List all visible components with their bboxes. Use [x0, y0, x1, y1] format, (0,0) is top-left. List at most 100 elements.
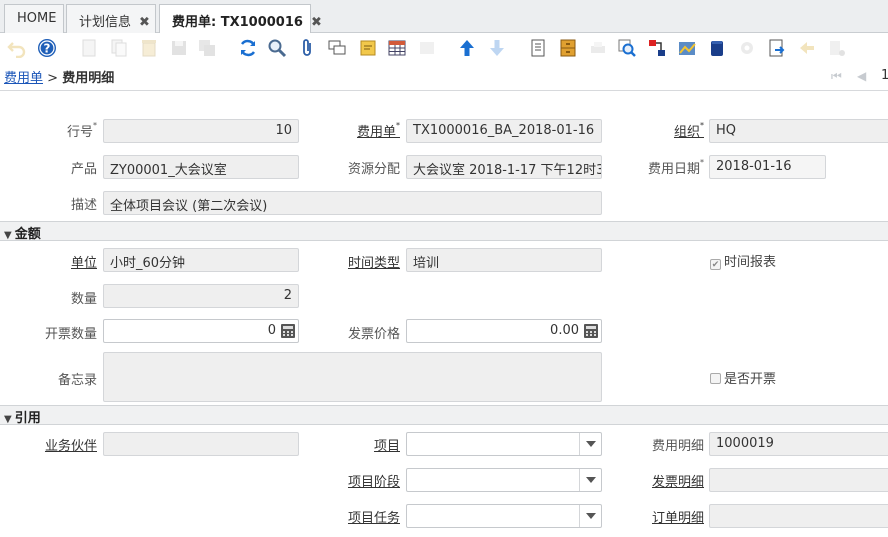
save-icon[interactable] [168, 37, 190, 59]
settings-gear-icon[interactable] [736, 37, 758, 59]
chat-icon[interactable] [326, 37, 348, 59]
description-label: 描述 [70, 198, 97, 213]
qty-invoiced-field[interactable]: 0 [103, 319, 299, 343]
postit-icon[interactable] [357, 37, 379, 59]
report-icon[interactable] [527, 37, 549, 59]
resource-label: 资源分配 [347, 162, 400, 177]
workflow-icon[interactable] [646, 37, 668, 59]
expense-report-label[interactable]: 费用单* [340, 121, 400, 140]
breadcrumb-separator: > [47, 71, 59, 86]
order-line-label[interactable]: 订单明细 [630, 507, 704, 526]
tab-home-label: HOME [17, 11, 57, 26]
refresh-icon[interactable] [237, 37, 259, 59]
tab-expense-report[interactable]: 费用单: TX1000016 ✖ [159, 4, 322, 34]
time-type-label[interactable]: 时间类型 [330, 252, 400, 271]
calculator-icon[interactable] [280, 323, 296, 339]
arrow-down-icon[interactable] [486, 37, 508, 59]
time-type-field[interactable]: 培训 [406, 248, 602, 272]
chevron-down-icon[interactable] [579, 433, 601, 455]
invoiced-checkbox[interactable]: 是否开票 [710, 368, 776, 387]
parent-record-icon[interactable] [416, 37, 438, 59]
breadcrumb: 费用单 > 费用明细 [4, 67, 114, 86]
collapse-triangle-icon: ▼ [4, 230, 12, 241]
section-amount-header[interactable]: ▼ 金额 [0, 221, 888, 242]
import-icon[interactable] [796, 37, 818, 59]
resource-field[interactable]: 大会议室 2018-1-17 下午12时30分 [406, 155, 602, 179]
bpartner-field[interactable] [103, 432, 299, 456]
project-phase-label[interactable]: 项目阶段 [330, 471, 400, 490]
expense-date-label: 费用日期* [647, 158, 704, 177]
timesheet-checkbox[interactable]: ✔ 时间报表 [710, 251, 776, 270]
breadcrumb-current: 费用明细 [62, 71, 115, 86]
expense-date-field[interactable]: 2018-01-16 [709, 155, 826, 179]
zoom-across-icon[interactable] [616, 37, 638, 59]
calculator-icon[interactable] [583, 323, 599, 339]
undo-icon[interactable] [6, 37, 28, 59]
image-chart-icon[interactable] [676, 37, 698, 59]
chevron-down-icon[interactable] [579, 469, 601, 491]
close-icon[interactable]: ✖ [311, 15, 322, 30]
product-field[interactable]: ZY00001_大会议室 [103, 155, 299, 179]
invoiced-label: 是否开票 [724, 372, 777, 387]
qty-invoiced-label: 开票数量 [44, 327, 97, 342]
export-icon[interactable] [766, 37, 788, 59]
timesheet-label: 时间报表 [724, 255, 777, 270]
uom-label[interactable]: 单位 [40, 252, 97, 271]
project-dropdown[interactable] [406, 432, 602, 456]
new-record-icon[interactable] [78, 37, 100, 59]
uom-field[interactable]: 小时_60分钟 [103, 248, 299, 272]
expense-report-field[interactable]: TX1000016_BA_2018-01-16 [406, 119, 602, 143]
invoice-price-label: 发票价格 [347, 327, 400, 342]
find-icon[interactable] [266, 37, 288, 59]
section-reference-header[interactable]: ▼ 引用 [0, 405, 888, 426]
invoice-line-field[interactable] [709, 468, 888, 492]
memo-label: 备忘录 [57, 373, 97, 388]
previous-record-icon[interactable]: ◀ [857, 69, 866, 83]
org-field[interactable]: HQ [709, 119, 888, 143]
invoice-line-label[interactable]: 发票明细 [630, 471, 704, 490]
tab-bar: HOME 计划信息 ✖ 费用单: TX1000016 ✖ [0, 0, 888, 34]
invoice-price-field[interactable]: 0.00 [406, 319, 602, 343]
delete-icon[interactable] [138, 37, 160, 59]
collapse-triangle-icon: ▼ [4, 414, 12, 425]
expense-line-field[interactable]: 1000019 [709, 432, 888, 456]
help-icon[interactable]: ? [36, 37, 58, 59]
qty-field[interactable]: 2 [103, 284, 299, 308]
print-icon[interactable] [587, 37, 609, 59]
qty-label: 数量 [70, 292, 97, 307]
section-reference-title: 引用 [14, 411, 41, 426]
org-label[interactable]: 组织* [660, 121, 704, 140]
attachment-icon[interactable] [296, 37, 318, 59]
product-label: 产品 [70, 162, 97, 177]
copy-record-icon[interactable] [108, 37, 130, 59]
grid-toggle-icon[interactable] [386, 37, 408, 59]
svg-text:?: ? [44, 42, 51, 56]
line-no-label: 行号* [66, 121, 97, 140]
tab-expense-report-label: 费用单: TX1000016 [172, 15, 303, 30]
project-label[interactable]: 项目 [340, 435, 400, 454]
description-field[interactable]: 全体项目会议 (第二次会议) [103, 191, 602, 215]
memo-textarea[interactable] [103, 352, 602, 402]
tab-home[interactable]: HOME [4, 4, 64, 33]
archive-icon[interactable] [557, 37, 579, 59]
project-task-dropdown[interactable] [406, 504, 602, 528]
arrow-up-icon[interactable] [456, 37, 478, 59]
project-task-label[interactable]: 项目任务 [330, 507, 400, 526]
invoice-price-value: 0.00 [550, 323, 579, 338]
project-phase-dropdown[interactable] [406, 468, 602, 492]
checkbox-unchecked-icon[interactable] [710, 373, 721, 384]
breadcrumb-bar: 费用单 > 费用明细 ⏮ ◀ 1 [0, 63, 888, 91]
breadcrumb-parent-link[interactable]: 费用单 [4, 71, 43, 86]
bpartner-label[interactable]: 业务伙伴 [30, 435, 97, 454]
tab-plan-info[interactable]: 计划信息 ✖ [66, 4, 156, 33]
customize-icon[interactable] [826, 37, 848, 59]
close-icon[interactable]: ✖ [139, 15, 150, 30]
first-record-icon[interactable]: ⏮ [831, 69, 842, 84]
database-icon[interactable] [706, 37, 728, 59]
line-no-field[interactable]: 10 [103, 119, 299, 143]
order-line-field[interactable] [709, 504, 888, 528]
chevron-down-icon[interactable] [579, 505, 601, 527]
save-new-icon[interactable] [196, 37, 218, 59]
checkbox-checked-icon[interactable]: ✔ [710, 259, 721, 270]
toolbar: ? [0, 33, 888, 63]
